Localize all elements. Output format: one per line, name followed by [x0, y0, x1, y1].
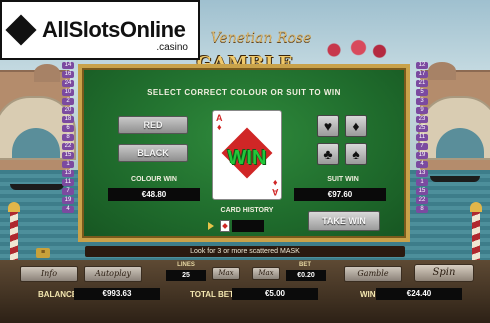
- max-lines-button[interactable]: Max: [212, 267, 240, 280]
- payline-number: 8: [416, 206, 428, 213]
- left-payline-strip: 14 16 24 10 2 20 18 6 8 22 15 1 13 11 7 19 4: [62, 62, 74, 213]
- win-value: €24.40: [376, 288, 462, 300]
- card-suit-bottom: ♦: [272, 178, 278, 188]
- win-label: WIN: [360, 290, 376, 299]
- logo-subtext: .casino: [156, 42, 188, 53]
- payline-number: 15: [62, 152, 74, 159]
- lines-value: 25: [166, 270, 206, 281]
- bet-label: BET: [299, 262, 311, 268]
- game-title-script: Venetian Rose: [210, 30, 312, 46]
- logo-diamond-icon: [5, 14, 37, 46]
- payline-number: 15: [416, 188, 428, 195]
- payline-number: 2: [62, 98, 74, 105]
- balance-value: €993.63: [74, 288, 160, 300]
- suit-win-value: €97.60: [294, 188, 386, 201]
- card-corner-bottom: A ♦: [271, 178, 279, 197]
- payline-number: 21: [416, 80, 428, 87]
- card-corner-top: A ♦: [216, 114, 223, 132]
- payline-number: 7: [416, 143, 428, 150]
- logo-text: AllSlotsOnline: [42, 17, 186, 42]
- card-rank-bottom: A: [271, 187, 279, 197]
- heart-icon: ♥: [323, 118, 333, 134]
- payline-number: 23: [416, 116, 428, 123]
- payline-number: 4: [62, 206, 74, 213]
- payline-number: 19: [62, 197, 74, 204]
- card-suit-top: ♦: [216, 122, 222, 132]
- payline-number: 13: [62, 170, 74, 177]
- take-win-button[interactable]: TAKE WIN: [308, 211, 380, 231]
- menu-icon[interactable]: ≡: [36, 248, 50, 258]
- payline-number: 1: [62, 161, 74, 168]
- black-button[interactable]: BLACK: [118, 144, 188, 162]
- payline-number: 16: [62, 71, 74, 78]
- gondola-left: [10, 184, 64, 190]
- total-bet-label: TOTAL BET: [190, 290, 234, 299]
- balance-label: BALANCE: [38, 290, 78, 299]
- payline-number: 20: [62, 107, 74, 114]
- payline-number: 11: [62, 179, 74, 186]
- payline-number: 25: [416, 125, 428, 132]
- arrow-right-icon: [208, 222, 214, 230]
- gondola-right: [430, 176, 480, 182]
- payline-number: 11: [416, 134, 428, 141]
- payline-number: 10: [62, 89, 74, 96]
- suit-win-label: SUIT WIN: [327, 176, 359, 183]
- payline-number: 1: [416, 179, 428, 186]
- gamble-instruction: SELECT CORRECT COLOUR OR SUIT TO WIN: [147, 88, 341, 97]
- total-bet-value: €5.00: [232, 288, 318, 300]
- dome-right: [428, 62, 456, 80]
- info-button[interactable]: Info: [20, 266, 78, 282]
- spin-button[interactable]: Spin: [414, 264, 474, 282]
- bet-value: €0.20: [286, 270, 326, 281]
- lines-label: LINES: [177, 262, 195, 268]
- autoplay-button[interactable]: Autoplay: [84, 266, 142, 282]
- payline-number: 18: [62, 116, 74, 123]
- dome-left: [34, 64, 60, 82]
- gamble-button[interactable]: Gamble: [344, 266, 402, 282]
- payline-number: 22: [62, 143, 74, 150]
- clubs-button[interactable]: ♣: [317, 143, 339, 165]
- red-button[interactable]: RED: [118, 116, 188, 134]
- right-payline-strip: 12 17 21 5 3 9 23 25 11 7 19 4 13 1 15 22 8: [416, 62, 428, 213]
- message-bar: Look for 3 or more scattered MASK: [85, 246, 405, 257]
- diamond-suit-icon: ♦: [352, 118, 360, 134]
- payline-number: 17: [416, 71, 428, 78]
- payline-number: 4: [416, 161, 428, 168]
- payline-number: 9: [416, 107, 428, 114]
- max-bet-button[interactable]: Max: [252, 267, 280, 280]
- payline-number: 6: [62, 125, 74, 132]
- card-history-label: CARD HISTORY: [220, 207, 274, 214]
- bridge-right: [418, 96, 490, 160]
- allslotsonline-logo: AllSlotsOnline .casino: [0, 0, 200, 60]
- spades-button[interactable]: ♠: [345, 143, 367, 165]
- history-card-diamond: [220, 220, 230, 232]
- spade-icon: ♠: [352, 146, 360, 162]
- payline-number: 3: [416, 98, 428, 105]
- payline-number: 13: [416, 170, 428, 177]
- payline-number: 22: [416, 197, 428, 204]
- history-empty-slots: [232, 220, 264, 232]
- payline-number: 24: [62, 80, 74, 87]
- hearts-button[interactable]: ♥: [317, 115, 339, 137]
- colour-win-value: €48.80: [108, 188, 200, 201]
- payline-number: 12: [416, 62, 428, 69]
- payline-number: 7: [62, 188, 74, 195]
- payline-number: 14: [62, 62, 74, 69]
- payline-number: 5: [416, 89, 428, 96]
- gamble-panel: SELECT CORRECT COLOUR OR SUIT TO WIN RED…: [78, 64, 410, 242]
- payline-number: 19: [416, 152, 428, 159]
- gamble-card: A ♦ WIN A ♦: [212, 110, 282, 200]
- card-history: [208, 220, 264, 232]
- payline-number: 8: [62, 134, 74, 141]
- club-icon: ♣: [323, 146, 333, 162]
- colour-win-label: COLOUR WIN: [131, 176, 177, 183]
- diamonds-button[interactable]: ♦: [345, 115, 367, 137]
- win-text: WIN: [227, 147, 267, 169]
